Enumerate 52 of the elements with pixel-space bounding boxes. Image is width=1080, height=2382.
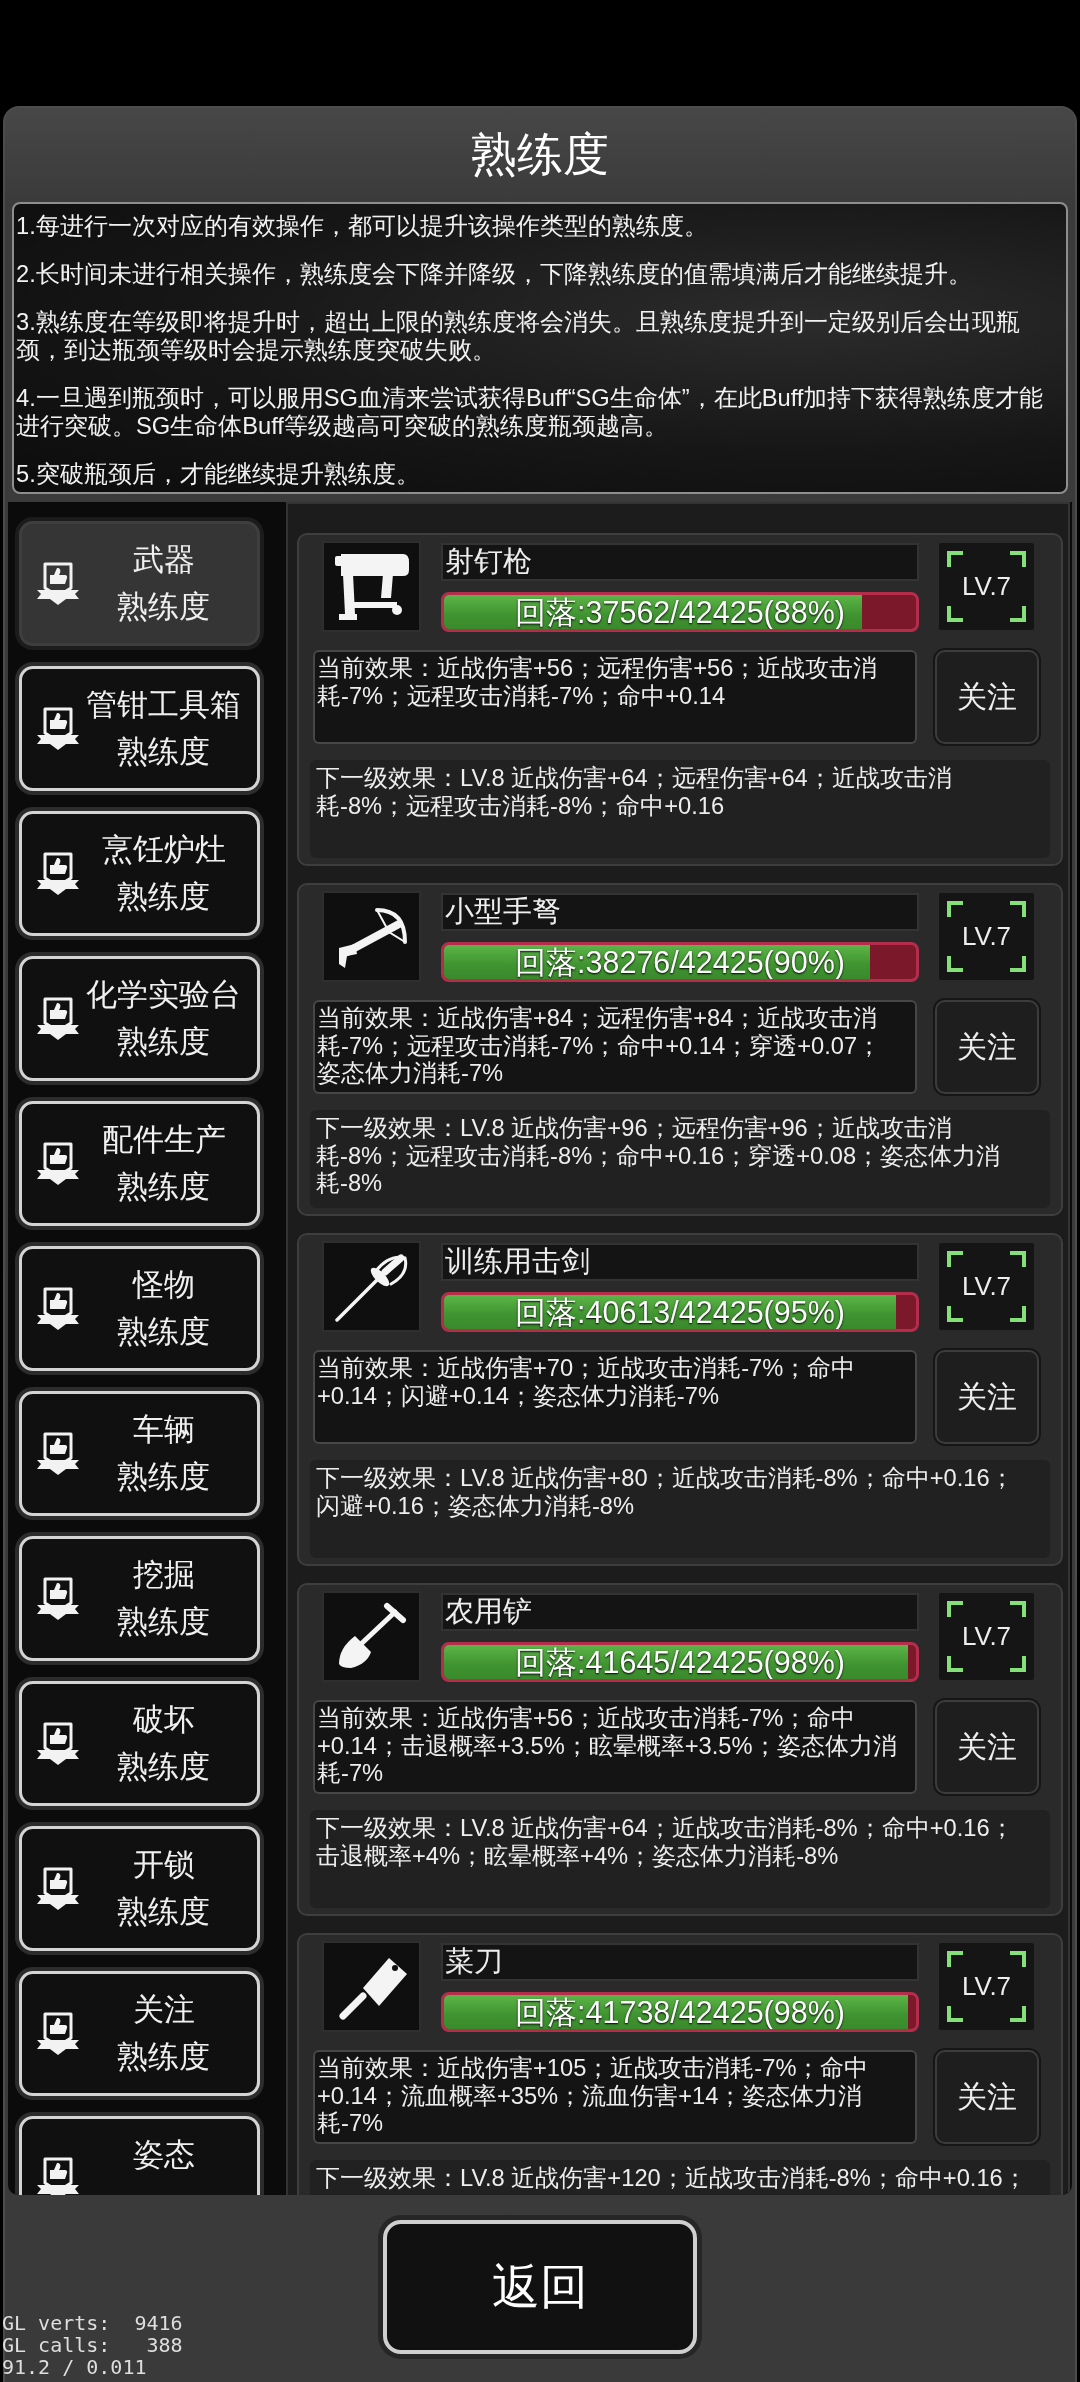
thumbs-up-badge-icon [36,2155,80,2195]
current-effect-text: 当前效果：近战伤害+56；近战攻击消耗-7%；命中+0.14；击退概率+3.5%；眩晕概率+3.5%；姿态体力消耗-7% [313,1700,917,1794]
rule-text: 5.突破瓶颈后，才能继续提升熟练度。 [16,460,421,488]
weapon-name: 小型手弩 [441,893,919,931]
thumbs-up-badge-icon [36,1865,80,1912]
thumbs-up-badge-icon [36,1140,80,1187]
level-badge: LV.7 [937,891,1036,982]
follow-button[interactable]: 关注 [935,1000,1039,1094]
level-badge: LV.7 [937,541,1036,632]
dialog-title: 熟练度 [471,127,609,181]
thumbs-up-badge-icon [36,1720,80,1767]
next-effect-text: 下一级效果：LV.8 近战伤害+120；近战攻击消耗-8%；命中+0.16； [310,2160,1050,2195]
debug-stats-text: GL calls: 388 [2,2334,183,2356]
debug-stats-text: GL verts: 9416 [2,2312,183,2334]
rule-text: 3.熟练度在等级即将提升时，超出上限的熟练度将会消失。且熟练度提升到一定级别后会出现瓶颈，到达瓶颈等级时会提示熟练度突破失败。 [16,308,1021,364]
next-effect-text: 下一级效果：LV.8 近战伤害+64；近战攻击消耗-8%；命中+0.16；击退概率+4%；眩晕概率+4%；姿态体力消耗-8% [310,1810,1050,1908]
nail-gun-icon [332,551,411,622]
rule-text: 1.每进行一次对应的有效操作，都可以提升该操作类型的熟练度。 [16,212,709,240]
weapon-name: 农用铲 [441,1593,919,1631]
rule-text: 4.一旦遇到瓶颈时，可以服用SG血清来尝试获得Buff“SG生命体”，在此Buff加持下获得熟练度才能进行突破。SG生命体Buff等级越高可突破的熟练度瓶颈越高。 [16,384,1045,440]
debug-stats-text: 91.2 / 0.011 [2,2356,148,2378]
progress-label: 回落:40613/42425(95%) [514,1295,846,1329]
thumbs-up-badge-icon [36,705,80,752]
follow-button[interactable]: 关注 [935,1350,1039,1444]
level-badge: LV.7 [937,1241,1036,1332]
follow-button[interactable]: 关注 [935,1700,1039,1794]
weapon-name: 训练用击剑 [441,1243,919,1281]
weapon-name: 射钉枪 [441,543,919,581]
thumbs-up-badge-icon [36,850,80,897]
next-effect-text: 下一级效果：LV.8 近战伤害+80；近战攻击消耗-8%；命中+0.16；闪避+0.16；姿态体力消耗-8% [310,1460,1050,1558]
current-effect-text: 当前效果：近战伤害+56；远程伤害+56；近战攻击消耗-7%；远程攻击消耗-7%；命中+0.14 [313,650,917,744]
next-effect-text: 下一级效果：LV.8 近战伤害+96；远程伤害+96；近战攻击消耗-8%；远程攻击消耗-8%；命中+0.16；穿透+0.08；姿态体力消耗-8% [310,1110,1050,1208]
current-effect-text: 当前效果：近战伤害+105；近战攻击消耗-7%；命中+0.14；流血概率+35%；流血伤害+14；姿态体力消耗-7% [313,2050,917,2144]
progress-label: 回落:38276/42425(90%) [514,945,846,979]
weapon-name: 菜刀 [441,1943,919,1981]
follow-button[interactable]: 关注 [935,650,1039,744]
level-badge: LV.7 [937,1591,1036,1682]
thumbs-up-badge-icon [36,560,80,607]
progress-label: 回落:41738/42425(98%) [514,1995,846,2029]
progress-label: 回落:41645/42425(98%) [514,1645,846,1679]
thumbs-up-badge-icon [36,1575,80,1622]
rule-text: 2.长时间未进行相关操作，熟练度会下降并降级，下降熟练度的值需填满后才能继续提升。 [16,260,973,288]
level-badge: LV.7 [937,1941,1036,2032]
follow-button[interactable]: 关注 [935,2050,1039,2144]
current-effect-text: 当前效果：近战伤害+84；远程伤害+84；近战攻击消耗-7%；远程攻击消耗-7%；命中+0.14；穿透+0.07；姿态体力消耗-7% [313,1000,917,1094]
thumbs-up-badge-icon [36,1430,80,1477]
current-effect-text: 当前效果：近战伤害+70；近战攻击消耗-7%；命中+0.14；闪避+0.14；姿态体力消耗-7% [313,1350,917,1444]
thumbs-up-badge-icon [36,1285,80,1332]
thumbs-up-badge-icon [36,995,80,1042]
progress-label: 回落:37562/42425(88%) [514,595,846,629]
next-effect-text: 下一级效果：LV.8 近战伤害+64；远程伤害+64；近战攻击消耗-8%；远程攻击消耗-8%；命中+0.16 [310,760,1050,858]
thumbs-up-badge-icon [36,2010,80,2057]
